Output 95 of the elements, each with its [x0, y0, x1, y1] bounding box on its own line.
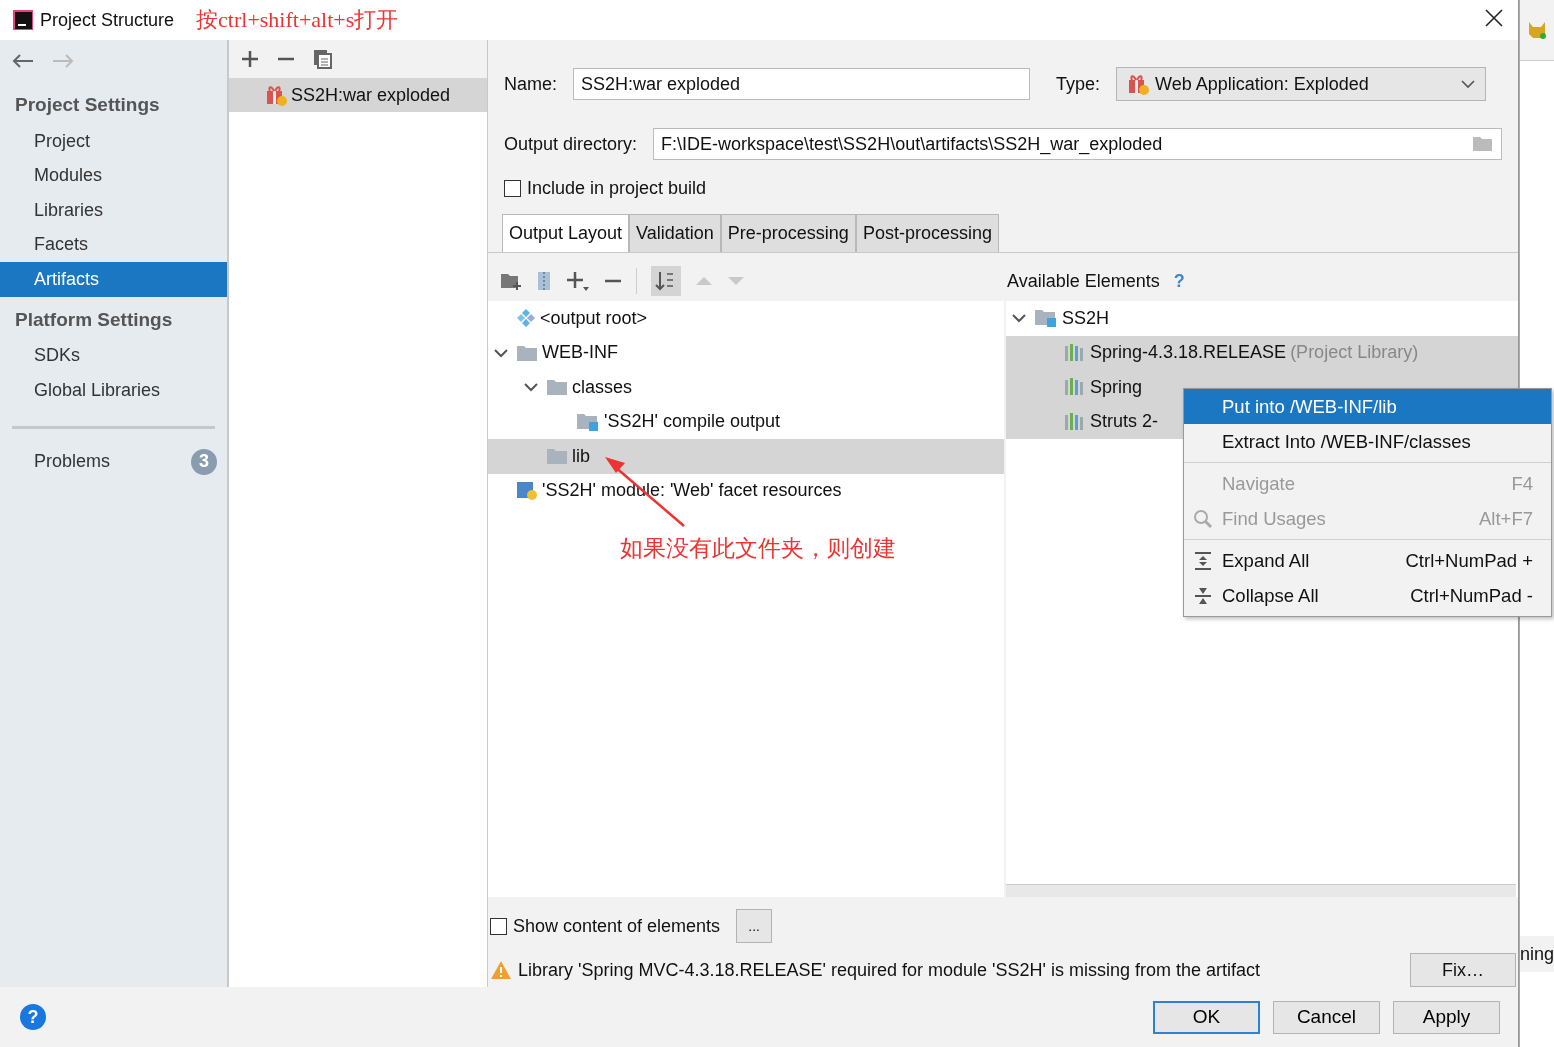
- scrollbar[interactable]: [1006, 884, 1516, 897]
- library-icon: [1064, 411, 1086, 432]
- folder-icon: [1034, 308, 1058, 329]
- node-label: Struts 2-: [1090, 411, 1159, 433]
- copy-icon[interactable]: [313, 49, 333, 69]
- checkbox[interactable]: [490, 917, 507, 935]
- shortcut-text: F4: [1511, 472, 1533, 495]
- output-directory-field[interactable]: F:\IDE-workspace\test\SS2H\out\artifacts\SS2H_war_exploded: [653, 128, 1502, 160]
- section-heading: Platform Settings: [14, 307, 174, 332]
- shortcut-text: Ctrl+NumPad +: [1405, 549, 1533, 572]
- folder-icon: [546, 378, 568, 397]
- tree-row[interactable]: WEB-INF: [488, 335, 1004, 370]
- tree-row[interactable]: lib: [488, 439, 1004, 474]
- tree-row[interactable]: 'SS2H' compile output: [488, 404, 1004, 439]
- field-label: Output directory:: [504, 133, 638, 155]
- shortcut-text: Alt+F7: [1479, 507, 1533, 530]
- sidebar-item[interactable]: Global Libraries: [0, 373, 227, 408]
- add-icon[interactable]: [566, 270, 590, 292]
- node-label: WEB-INF: [542, 342, 618, 364]
- help-button[interactable]: ?: [20, 1004, 46, 1030]
- node-label: <output root>: [540, 307, 648, 329]
- warning-message: Library 'Spring MVC-4.3.18.RELEASE' required for module 'SS2H' is missing from the artifact: [518, 959, 1261, 981]
- sidebar-item[interactable]: Problems: [34, 451, 111, 472]
- shortcut-text: Ctrl+NumPad -: [1410, 584, 1533, 607]
- cat-icon[interactable]: [1526, 20, 1548, 40]
- type-dropdown[interactable]: Web Application: Exploded: [1116, 67, 1487, 101]
- node-label: lib: [572, 445, 590, 467]
- artifact-label: SS2H:war exploded: [291, 84, 451, 106]
- globe-icon: [516, 480, 538, 501]
- tree-row[interactable]: SS2H: [1006, 301, 1518, 336]
- node-label: Spring: [1090, 376, 1143, 398]
- node-label: 'SS2H' compile output: [604, 411, 780, 433]
- annotation-text: 按ctrl+shift+alt+s打开: [196, 6, 399, 34]
- library-icon: [1064, 342, 1086, 363]
- node-label: SS2H: [1062, 307, 1110, 329]
- checkbox[interactable]: [504, 179, 521, 197]
- collapse-icon: [1193, 585, 1213, 606]
- menu-item[interactable]: Extract Into /WEB-INF/classes: [1184, 424, 1551, 459]
- app-icon: [12, 9, 34, 31]
- tab[interactable]: Post-processing: [855, 214, 999, 252]
- checkbox-label: Show content of elements: [513, 915, 721, 937]
- sidebar-item[interactable]: Artifacts: [0, 262, 227, 297]
- gift-icon: [265, 84, 287, 106]
- add-icon[interactable]: [241, 50, 259, 68]
- tab[interactable]: Pre-processing: [720, 214, 856, 252]
- tree-row[interactable]: classes: [488, 370, 1004, 405]
- panel-heading: Available Elements: [1007, 270, 1160, 292]
- tab[interactable]: Output Layout: [502, 214, 630, 252]
- sort-icon[interactable]: [651, 266, 681, 296]
- annotation-text: 如果没有此文件夹，则创建: [620, 535, 896, 563]
- diamonds-icon: [516, 308, 536, 329]
- new-folder-icon[interactable]: [500, 272, 522, 290]
- search-icon: [1193, 508, 1213, 529]
- checkbox-label: Include in project build: [527, 177, 707, 199]
- caret-icon: [1461, 79, 1476, 89]
- menu-item[interactable]: Put into /WEB-INF/lib: [1184, 389, 1551, 424]
- menu-item[interactable]: Collapse All Ctrl+NumPad -: [1184, 578, 1551, 613]
- count-badge: 3: [191, 448, 217, 475]
- chevron-icon[interactable]: [524, 382, 538, 393]
- background-text: ning: [1519, 943, 1554, 965]
- dialog-button[interactable]: Apply: [1392, 1000, 1500, 1034]
- archive-icon[interactable]: [536, 271, 552, 291]
- expand-icon: [1193, 550, 1213, 571]
- tree-row[interactable]: Spring-4.3.18.RELEASE (Project Library): [1006, 335, 1518, 370]
- node-note: (Project Library): [1290, 342, 1419, 364]
- tab[interactable]: Validation: [629, 214, 721, 252]
- folder-icon: [546, 447, 568, 466]
- node-label: classes: [572, 376, 633, 398]
- library-icon: [1064, 377, 1086, 398]
- chevron-icon[interactable]: [494, 347, 508, 358]
- dialog-button[interactable]: OK: [1152, 1000, 1260, 1034]
- name-field[interactable]: SS2H:war exploded: [573, 68, 1030, 100]
- sidebar-item[interactable]: Facets: [0, 227, 227, 262]
- sidebar-item[interactable]: Modules: [0, 158, 227, 193]
- fix-button[interactable]: Fix…: [1409, 953, 1516, 987]
- field-label: Type:: [1056, 73, 1101, 95]
- section-heading: Project Settings: [14, 93, 161, 117]
- sidebar-item[interactable]: Project: [0, 124, 227, 159]
- sidebar-item[interactable]: Libraries: [0, 193, 227, 228]
- back-arrow-icon[interactable]: [12, 54, 34, 68]
- folder-icon: [516, 343, 538, 362]
- dialog-button[interactable]: Cancel: [1272, 1000, 1380, 1034]
- window-title: Project Structure: [40, 9, 175, 31]
- chevron-icon[interactable]: [1012, 313, 1026, 324]
- folder-icon: [576, 411, 600, 432]
- menu-item[interactable]: Expand All Ctrl+NumPad +: [1184, 543, 1551, 578]
- artifact-item[interactable]: SS2H:war exploded: [229, 78, 487, 112]
- field-label: Name:: [504, 73, 557, 95]
- sidebar-item[interactable]: SDKs: [0, 338, 227, 373]
- close-icon[interactable]: [1483, 8, 1504, 28]
- tree-row[interactable]: <output root>: [488, 301, 1004, 336]
- more-button[interactable]: ...: [736, 909, 773, 943]
- node-label: Spring-4.3.18.RELEASE: [1090, 342, 1287, 364]
- warning-icon: [490, 960, 512, 980]
- gift-icon: [1127, 73, 1150, 95]
